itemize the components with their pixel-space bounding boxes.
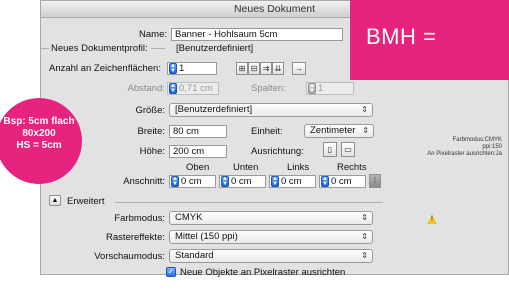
artboards-label: Anzahl an Zeichenflächen:: [49, 63, 161, 74]
portrait-icon[interactable]: ▯: [323, 142, 337, 157]
columns-stepper: ▲ ▼: [308, 83, 316, 94]
bleed-header-left: Links: [287, 162, 310, 173]
grid-by-column-icon[interactable]: ⊟: [248, 62, 260, 75]
name-label: Name:: [139, 29, 167, 40]
spacing-stepper: ▲ ▼: [169, 83, 177, 94]
info-pixelgrid: An Pixelraster ausrichten:Ja: [427, 151, 502, 157]
preview-label: Vorschaumodus:: [94, 251, 165, 262]
raster-value: Mittel (150 ppi): [175, 231, 238, 242]
columns-value: 1: [318, 83, 324, 94]
columns-input: ▲ ▼ 1: [306, 82, 354, 95]
bleed-label: Anschnitt:: [123, 176, 165, 187]
size-label: Größe:: [135, 105, 165, 116]
annotation-line-3: HS = 5cm: [16, 140, 62, 151]
profile-label: Neues Dokumentprofil:: [51, 43, 148, 54]
bleed-bottom-value: 0 cm: [231, 176, 252, 187]
size-value: [Benutzerdefiniert]: [175, 104, 253, 115]
preview-select[interactable]: Standard ⇕: [169, 249, 373, 263]
profile-divider-left: [41, 48, 49, 49]
bleed-top-value: 0 cm: [181, 176, 202, 187]
annotation-line-1: Bsp: 5cm flach: [3, 116, 75, 127]
profile-divider: [151, 48, 165, 49]
colormode-label: Farbmodus:: [114, 213, 165, 224]
bleed-left-stepper[interactable]: ▲ ▼: [271, 176, 279, 187]
spacing-value: 0,71 cm: [179, 83, 213, 94]
align-pixel-checkbox[interactable]: ✓: [166, 267, 176, 277]
landscape-icon[interactable]: ▭: [341, 142, 355, 157]
link-bleed-icon[interactable]: ⁞: [369, 174, 381, 188]
arrange-by-column-icon[interactable]: ⇊: [272, 62, 284, 75]
size-select[interactable]: [Benutzerdefiniert] ⇕: [169, 103, 373, 117]
bleed-right-value: 0 cm: [331, 176, 352, 187]
annotation-circle: Bsp: 5cm flach 80x200 HS = 5cm: [0, 98, 82, 184]
artboards-stepper[interactable]: ▲ ▼: [169, 63, 177, 74]
bleed-bottom-input[interactable]: ▲ ▼ 0 cm: [219, 175, 266, 188]
arrange-by-row-icon[interactable]: ⇉: [260, 62, 272, 75]
select-arrows-icon: ⇕: [361, 232, 368, 241]
width-input[interactable]: 80 cm: [169, 125, 227, 138]
width-label: Breite:: [137, 126, 165, 137]
bleed-right-stepper[interactable]: ▲ ▼: [321, 176, 329, 187]
annotation-line-2: 80x200: [22, 128, 56, 139]
spacing-label: Abstand:: [127, 83, 166, 94]
info-ppi: ppi:150: [482, 144, 502, 150]
height-label: Höhe:: [139, 146, 165, 157]
advanced-label: Erweitert: [67, 196, 105, 207]
orientation-label: Ausrichtung:: [251, 146, 304, 157]
unit-value: Zentimeter: [310, 125, 356, 136]
profile-select[interactable]: [Benutzerdefiniert]: [176, 43, 253, 54]
align-pixel-label: Neue Objekte an Pixelraster ausrichten: [180, 267, 346, 278]
select-arrows-icon: ⇕: [361, 213, 368, 222]
bleed-header-bottom: Unten: [233, 162, 259, 173]
annotation-box: BMH =: [350, 0, 509, 80]
info-panel: Farbmodus:CMYK ppi:150 An Pixelraster au…: [400, 137, 502, 158]
bleed-header-top: Oben: [186, 162, 210, 173]
height-input[interactable]: 200 cm: [169, 145, 227, 158]
bleed-top-input[interactable]: ▲ ▼ 0 cm: [169, 175, 216, 188]
colormode-select[interactable]: CMYK ⇕: [169, 211, 373, 225]
raster-select[interactable]: Mittel (150 ppi) ⇕: [169, 230, 373, 244]
raster-label: Rastereffekte:: [106, 232, 165, 243]
bleed-left-input[interactable]: ▲ ▼ 0 cm: [269, 175, 316, 188]
bleed-right-input[interactable]: ▲ ▼ 0 cm: [319, 175, 366, 188]
spacing-input: ▲ ▼ 0,71 cm: [167, 82, 219, 95]
select-arrows-icon: ⇕: [362, 126, 369, 135]
artboards-input[interactable]: ▲ ▼ 1: [167, 62, 217, 75]
preview-value: Standard: [175, 250, 214, 261]
bleed-bottom-stepper[interactable]: ▲ ▼: [221, 176, 229, 187]
colormode-value: CMYK: [175, 212, 203, 223]
grid-by-row-icon[interactable]: ⊞: [236, 62, 248, 75]
unit-select[interactable]: Zentimeter ⇕: [304, 124, 374, 138]
bleed-top-stepper[interactable]: ▲ ▼: [171, 176, 179, 187]
columns-label: Spalten:: [251, 83, 286, 94]
warning-icon: !: [427, 215, 437, 224]
artboards-value: 1: [179, 63, 185, 74]
select-arrows-icon: ⇕: [361, 251, 368, 260]
advanced-divider: [115, 202, 383, 203]
info-colormode: Farbmodus:CMYK: [452, 137, 502, 143]
bleed-header-right: Rechts: [337, 162, 367, 173]
advanced-disclosure-icon[interactable]: ▲: [49, 195, 61, 206]
right-to-left-icon[interactable]: →: [292, 62, 306, 75]
unit-label: Einheit:: [251, 126, 283, 137]
select-arrows-icon: ⇕: [361, 105, 368, 114]
name-input[interactable]: Banner - Hohlsaum 5cm: [171, 28, 343, 41]
bleed-left-value: 0 cm: [281, 176, 302, 187]
